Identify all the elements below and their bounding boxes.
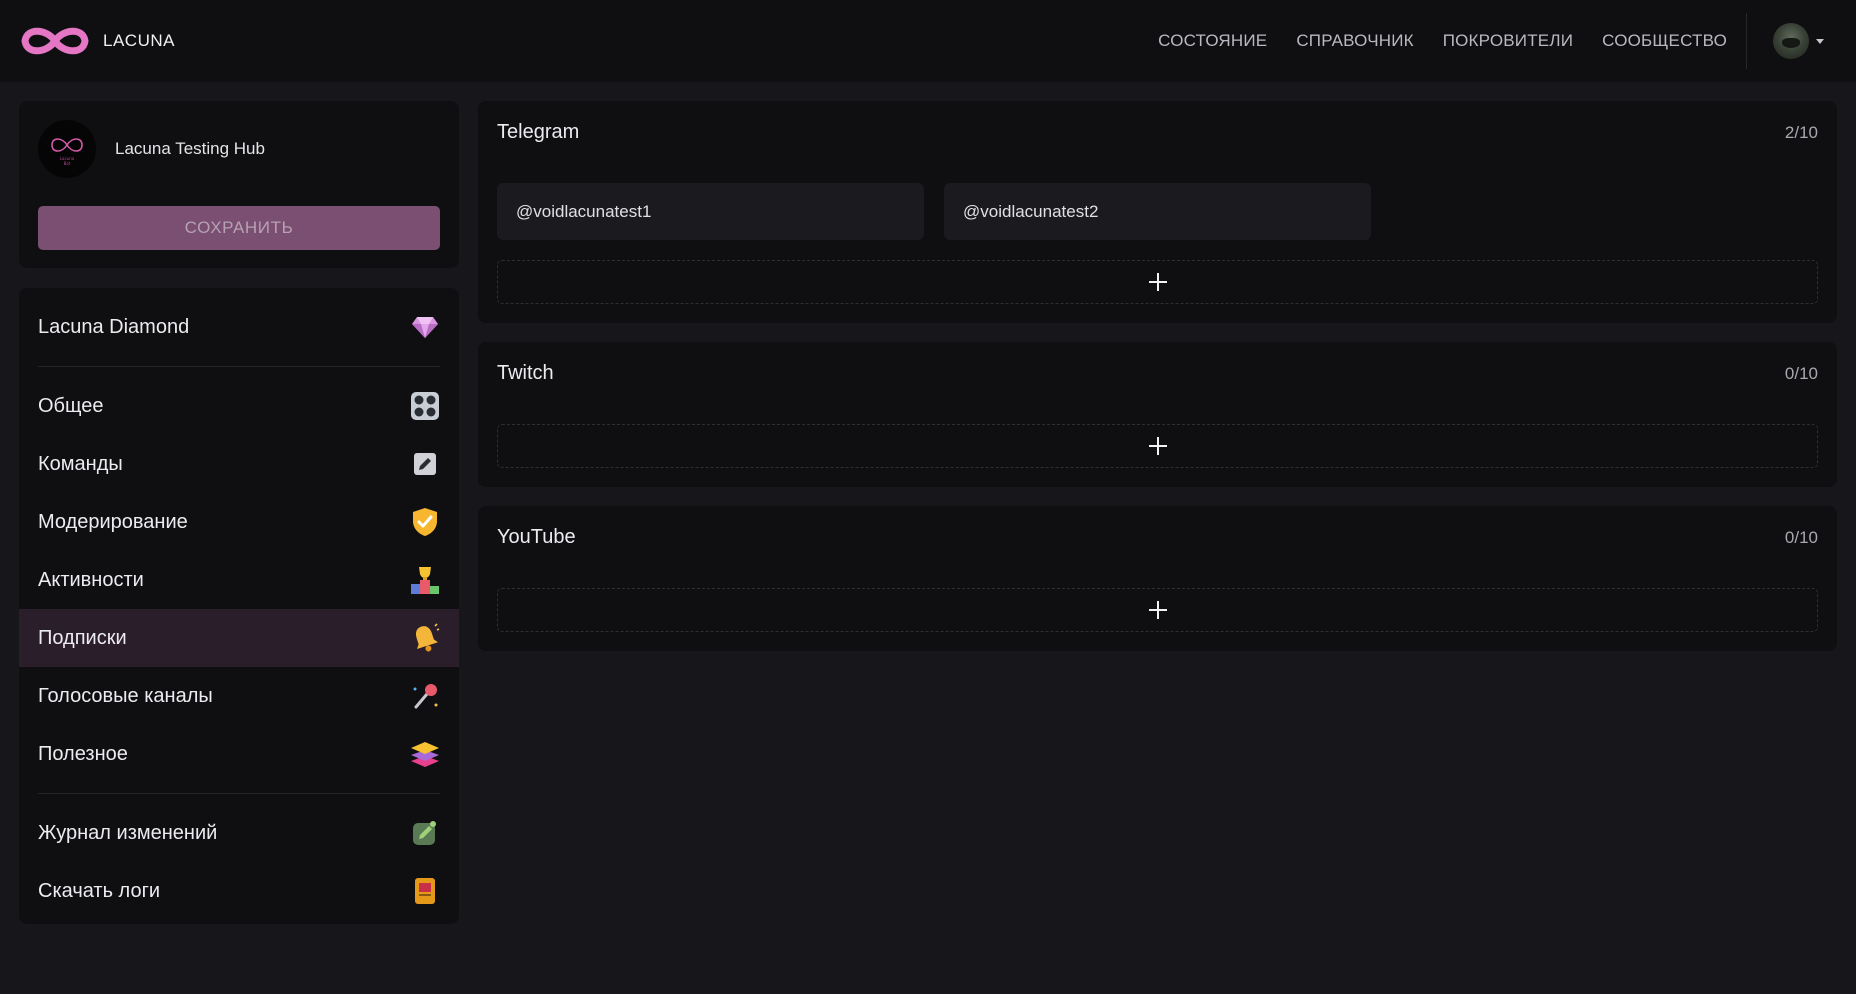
menu-divider [38, 793, 440, 794]
save-button[interactable]: СОХРАНИТЬ [38, 206, 440, 250]
diamond-icon [410, 312, 440, 342]
bell-icon [410, 623, 440, 653]
server-info: Lacuna Bot Lacuna Testing Hub [19, 101, 459, 178]
section-count: 2/10 [1784, 122, 1818, 142]
sidebar-item-activities[interactable]: Активности [19, 551, 459, 609]
nav-docs[interactable]: СПРАВОЧНИК [1296, 31, 1413, 51]
server-avatar: Lacuna Bot [38, 120, 96, 178]
brand[interactable]: LACUNA [19, 23, 175, 59]
trophy-icon [410, 565, 440, 595]
infinity-logo-icon [21, 27, 89, 55]
menu-divider [38, 366, 440, 367]
nav-community[interactable]: СООБЩЕСТВО [1602, 31, 1727, 51]
main-nav: СОСТОЯНИЕ СПРАВОЧНИК ПОКРОВИТЕЛИ СООБЩЕС… [1158, 0, 1747, 82]
sidebar-item-subscriptions[interactable]: Подписки [19, 609, 459, 667]
sidebar-item-label: Команды [38, 452, 123, 475]
sidebar-item-label: Активности [38, 568, 144, 591]
top-navbar: LACUNA СОСТОЯНИЕ СПРАВОЧНИК ПОКРОВИТЕЛИ … [0, 0, 1856, 82]
shield-icon [410, 507, 440, 537]
infinity-logo-icon: Lacuna Bot [51, 138, 83, 166]
sidebar-item-label: Модерирование [38, 510, 188, 533]
user-menu[interactable] [1773, 23, 1824, 59]
server-name: Lacuna Testing Hub [115, 139, 265, 158]
sidebar-item-label: Голосовые каналы [38, 684, 213, 707]
sidebar-item-useful[interactable]: Полезное [19, 725, 459, 783]
section-count: 0/10 [1784, 363, 1818, 383]
sidebar-item-label: Скачать логи [38, 879, 161, 902]
plus-icon [1148, 437, 1167, 455]
pencil-icon [410, 449, 440, 479]
section-header: YouTube 0/10 [478, 506, 1837, 549]
add-telegram-button[interactable] [497, 260, 1818, 304]
sidebar-item-label: Полезное [38, 742, 128, 765]
sidebar-item-changelog[interactable]: Журнал изменений [19, 804, 459, 862]
sidebar-item-download-logs[interactable]: Скачать логи [19, 862, 459, 920]
chevron-down-icon [1816, 38, 1824, 44]
section-telegram: Telegram 2/10 @voidlacunatest1 @voidlacu… [478, 101, 1837, 323]
section-youtube: YouTube 0/10 [478, 506, 1837, 651]
sidebar-menu: Lacuna Diamond Общее Команды Модерирован… [19, 288, 459, 924]
sidebar-item-label: Lacuna Diamond [38, 315, 190, 338]
avatar[interactable] [1773, 23, 1809, 59]
section-title: Twitch [497, 362, 554, 384]
layers-icon [410, 739, 440, 769]
download-log-icon [410, 876, 440, 906]
nav-status[interactable]: СОСТОЯНИЕ [1158, 31, 1267, 51]
sidebar-item-moderation[interactable]: Модерирование [19, 493, 459, 551]
sidebar-item-label: Журнал изменений [38, 821, 218, 844]
server-card: Lacuna Bot Lacuna Testing Hub СОХРАНИТЬ [19, 101, 459, 268]
section-header: Twitch 0/10 [478, 342, 1837, 385]
sidebar-item-voice-channels[interactable]: Голосовые каналы [19, 667, 459, 725]
sidebar-item-general[interactable]: Общее [19, 377, 459, 435]
sidebar-item-commands[interactable]: Команды [19, 435, 459, 493]
sidebar-item-lacuna-diamond[interactable]: Lacuna Diamond [19, 298, 459, 356]
section-title: Telegram [497, 121, 580, 143]
microphone-icon [410, 681, 440, 711]
add-youtube-button[interactable] [497, 588, 1818, 632]
dashboard-icon [410, 391, 440, 421]
plus-icon [1148, 601, 1167, 619]
nav-patrons[interactable]: ПОКРОВИТЕЛИ [1443, 31, 1573, 51]
section-header: Telegram 2/10 [478, 101, 1837, 144]
section-title: YouTube [497, 526, 576, 548]
sidebar-item-label: Подписки [38, 626, 127, 649]
channel-chip[interactable]: @voidlacunatest2 [944, 183, 1371, 240]
brand-name: LACUNA [103, 31, 175, 50]
edit-note-icon [410, 818, 440, 848]
channel-list: @voidlacunatest1 @voidlacunatest2 [478, 183, 1837, 240]
channel-chip[interactable]: @voidlacunatest1 [497, 183, 924, 240]
plus-icon [1148, 273, 1167, 291]
nav-divider [1746, 13, 1747, 69]
section-twitch: Twitch 0/10 [478, 342, 1837, 487]
svg-text:Bot: Bot [64, 161, 71, 166]
add-twitch-button[interactable] [497, 424, 1818, 468]
sidebar-item-label: Общее [38, 394, 104, 417]
section-count: 0/10 [1784, 527, 1818, 547]
